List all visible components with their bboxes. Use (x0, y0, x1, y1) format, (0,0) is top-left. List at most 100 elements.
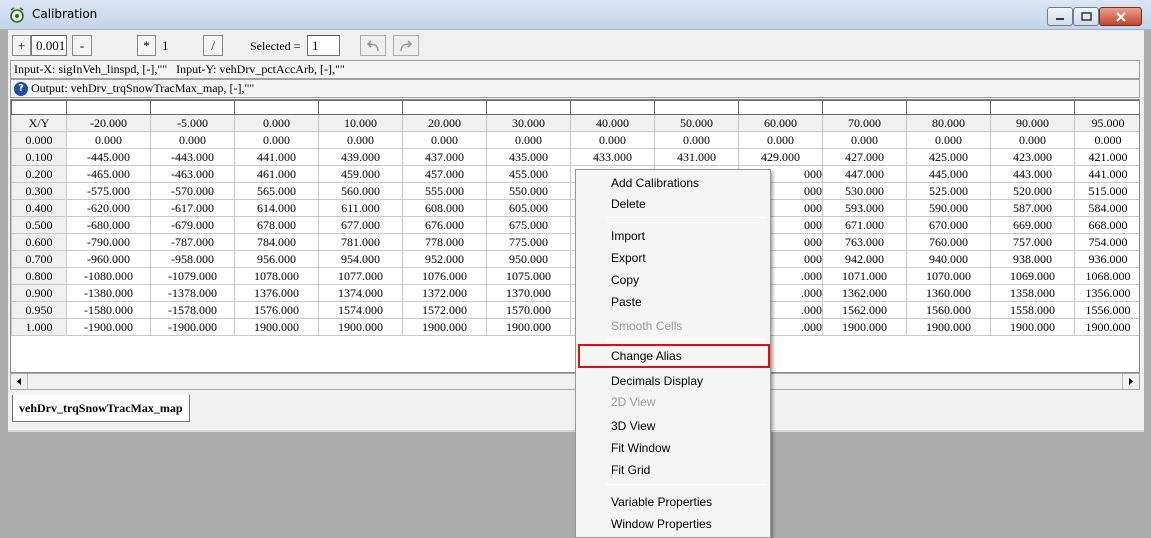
grid-cell[interactable]: 435.000 (486, 148, 571, 166)
grid-cell[interactable]: 954.000 (318, 250, 403, 268)
grid-cell[interactable]: -445.000 (66, 148, 151, 166)
grid-cell[interactable]: 0.000 (150, 131, 235, 149)
menu-item-3d-view[interactable]: 3D View (611, 416, 655, 436)
close-button[interactable] (1099, 7, 1142, 26)
grid-cell[interactable]: 587.000 (990, 199, 1075, 217)
grid-cell[interactable]: 1356.000 (1074, 284, 1139, 302)
grid-cell[interactable]: 952.000 (402, 250, 487, 268)
column-header[interactable]: 70.000 (822, 114, 907, 132)
grid-cell[interactable]: 429.000 (738, 148, 823, 166)
grid-cell[interactable]: -1578.000 (150, 301, 235, 319)
grid-cell[interactable]: -570.000 (150, 182, 235, 200)
grid-cell[interactable]: 1078.000 (234, 267, 319, 285)
grid-cell[interactable]: 431.000 (654, 148, 739, 166)
row-header[interactable]: 0.300 (11, 182, 67, 200)
grid-cell[interactable]: 0.000 (402, 131, 487, 149)
grid-cell[interactable]: 760.000 (906, 233, 991, 251)
grid-cell[interactable]: 608.000 (402, 199, 487, 217)
menu-item-decimals-display[interactable]: Decimals Display (611, 371, 703, 391)
grid-cell[interactable]: 940.000 (906, 250, 991, 268)
grid-cell[interactable]: 775.000 (486, 233, 571, 251)
grid-cell[interactable]: 0.000 (738, 131, 823, 149)
grid-cell[interactable]: 1900.000 (1074, 318, 1139, 336)
column-header[interactable]: -5.000 (150, 114, 235, 132)
row-header[interactable]: 0.400 (11, 199, 67, 217)
scroll-right-button[interactable] (1122, 374, 1139, 389)
grid-cell[interactable]: 530.000 (822, 182, 907, 200)
grid-cell[interactable]: 520.000 (990, 182, 1075, 200)
grid-cell[interactable]: 427.000 (822, 148, 907, 166)
grid-cell[interactable]: 459.000 (318, 165, 403, 183)
grid-cell[interactable]: 1376.000 (234, 284, 319, 302)
grid-cell[interactable]: 441.000 (1074, 165, 1139, 183)
grid-cell[interactable]: 1900.000 (234, 318, 319, 336)
grid-cell[interactable]: 423.000 (990, 148, 1075, 166)
grid-cell[interactable]: 1900.000 (822, 318, 907, 336)
row-header[interactable]: 0.800 (11, 267, 67, 285)
menu-item-paste[interactable]: Paste (611, 292, 642, 312)
grid-cell[interactable]: -465.000 (66, 165, 151, 183)
grid-cell[interactable]: 942.000 (822, 250, 907, 268)
grid-cell[interactable]: 668.000 (1074, 216, 1139, 234)
row-header[interactable]: 0.950 (11, 301, 67, 319)
grid-cell[interactable]: 1370.000 (486, 284, 571, 302)
grid-cell[interactable]: 669.000 (990, 216, 1075, 234)
grid-cell[interactable]: 590.000 (906, 199, 991, 217)
grid-cell[interactable]: 425.000 (906, 148, 991, 166)
grid-cell[interactable]: 1576.000 (234, 301, 319, 319)
row-header[interactable]: 0.000 (11, 131, 67, 149)
row-header[interactable]: 0.200 (11, 165, 67, 183)
minimize-button[interactable] (1047, 7, 1073, 26)
row-header[interactable]: 0.900 (11, 284, 67, 302)
grid-cell[interactable]: 1362.000 (822, 284, 907, 302)
grid-cell[interactable]: 611.000 (318, 199, 403, 217)
grid-cell[interactable]: 1574.000 (318, 301, 403, 319)
grid-cell[interactable]: 550.000 (486, 182, 571, 200)
grid-cell[interactable]: 1077.000 (318, 267, 403, 285)
column-header[interactable]: 40.000 (570, 114, 655, 132)
grid-cell[interactable]: 1076.000 (402, 267, 487, 285)
grid-cell[interactable]: -463.000 (150, 165, 235, 183)
grid-cell[interactable]: 447.000 (822, 165, 907, 183)
grid-cell[interactable]: -960.000 (66, 250, 151, 268)
column-header[interactable]: 20.000 (402, 114, 487, 132)
grid-cell[interactable]: 0.000 (654, 131, 739, 149)
redo-button[interactable] (393, 35, 419, 56)
menu-item-fit-window[interactable]: Fit Window (611, 438, 670, 458)
grid-cell[interactable]: -679.000 (150, 216, 235, 234)
grid-cell[interactable]: 1900.000 (402, 318, 487, 336)
column-header[interactable]: 10.000 (318, 114, 403, 132)
grid-cell[interactable]: 0.000 (234, 131, 319, 149)
grid-cell[interactable]: -680.000 (66, 216, 151, 234)
grid-cell[interactable]: 1070.000 (906, 267, 991, 285)
grid-cell[interactable]: 1069.000 (990, 267, 1075, 285)
grid-cell[interactable]: 0.000 (486, 131, 571, 149)
grid-cell[interactable]: 670.000 (906, 216, 991, 234)
grid-cell[interactable]: 956.000 (234, 250, 319, 268)
grid-cell[interactable]: 1570.000 (486, 301, 571, 319)
grid-cell[interactable]: 1372.000 (402, 284, 487, 302)
grid-cell[interactable]: -790.000 (66, 233, 151, 251)
grid-cell[interactable]: 676.000 (402, 216, 487, 234)
grid-cell[interactable]: 1374.000 (318, 284, 403, 302)
grid-cell[interactable]: -1378.000 (150, 284, 235, 302)
grid-cell[interactable]: 1572.000 (402, 301, 487, 319)
grid-cell[interactable]: 593.000 (822, 199, 907, 217)
grid-cell[interactable]: 1358.000 (990, 284, 1075, 302)
grid-cell[interactable]: -1079.000 (150, 267, 235, 285)
grid-cell[interactable]: 0.000 (570, 131, 655, 149)
grid-cell[interactable]: 0.000 (1074, 131, 1139, 149)
grid-cell[interactable]: 525.000 (906, 182, 991, 200)
grid-cell[interactable]: 441.000 (234, 148, 319, 166)
column-header[interactable]: 50.000 (654, 114, 739, 132)
grid-cell[interactable]: 936.000 (1074, 250, 1139, 268)
column-header[interactable]: 0.000 (234, 114, 319, 132)
row-header[interactable]: 0.100 (11, 148, 67, 166)
menu-item-fit-grid[interactable]: Fit Grid (611, 460, 650, 480)
grid-cell[interactable]: 515.000 (1074, 182, 1139, 200)
grid-cell[interactable]: -1580.000 (66, 301, 151, 319)
grid-cell[interactable]: 938.000 (990, 250, 1075, 268)
column-header[interactable]: 60.000 (738, 114, 823, 132)
grid-cell[interactable]: 950.000 (486, 250, 571, 268)
undo-button[interactable] (360, 35, 386, 56)
